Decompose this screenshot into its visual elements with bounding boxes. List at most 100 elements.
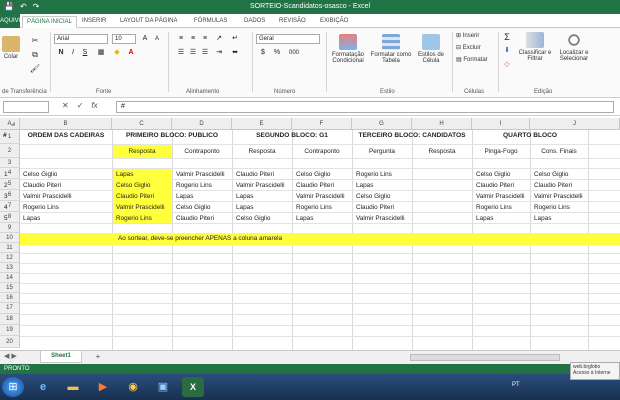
chrome-icon[interactable]: ◉ xyxy=(122,377,144,397)
data-cell[interactable]: Valmir Prascidelli xyxy=(476,193,530,200)
tab-insert[interactable]: INSERIR xyxy=(78,16,110,28)
internet-explorer-icon[interactable]: e xyxy=(32,377,54,397)
data-cell[interactable]: Rogerio Lins xyxy=(356,171,412,178)
sub-header[interactable]: Resposta xyxy=(112,148,172,155)
wrap-text-icon[interactable]: ↵ xyxy=(230,34,240,44)
add-sheet-button[interactable]: + xyxy=(92,352,104,363)
start-button-icon[interactable]: ⊞ xyxy=(2,377,24,397)
data-cell[interactable]: Celso Giglio xyxy=(116,182,172,189)
number-format-select[interactable]: Geral xyxy=(256,34,320,44)
row-header[interactable]: 5 xyxy=(0,179,20,190)
seat-name[interactable]: Rogerio Lins xyxy=(23,204,59,211)
seat-name[interactable]: Celso Giglio xyxy=(23,171,57,178)
row-header[interactable]: 8 xyxy=(0,212,20,223)
data-cell[interactable]: Valmir Prascidelli xyxy=(236,182,292,189)
column-header-c[interactable]: C xyxy=(112,118,172,130)
excel-taskbar-icon[interactable]: X xyxy=(182,377,204,397)
data-cell[interactable]: Claudio Piteri xyxy=(296,182,352,189)
sub-header[interactable]: Resposta xyxy=(232,148,292,155)
row-header[interactable]: 10 xyxy=(0,233,20,243)
tray-notification[interactable]: web.brglobo Acesso à Interne xyxy=(570,362,620,380)
merge-center-icon[interactable]: ⬌ xyxy=(230,48,240,58)
cancel-icon[interactable]: ✕ xyxy=(62,101,69,113)
shrink-font-icon[interactable]: A xyxy=(152,34,162,44)
data-cell[interactable]: Valmir Prascidelli xyxy=(356,215,412,222)
data-cell[interactable]: Lapas xyxy=(116,171,172,178)
sub-header[interactable]: Resposta xyxy=(412,148,472,155)
row-header[interactable]: 14 xyxy=(0,273,20,283)
data-cell[interactable]: Claudio Piteri xyxy=(116,193,172,200)
data-cell[interactable]: Rogerio Lins xyxy=(116,215,172,222)
data-cell[interactable]: Lapas xyxy=(296,215,352,222)
currency-button[interactable]: $ xyxy=(258,48,268,58)
tab-review[interactable]: REVISÃO xyxy=(275,16,310,28)
block3-header[interactable]: TERCEIRO BLOCO: CANDIDATOS xyxy=(352,132,472,139)
copy-icon[interactable]: ⧉ xyxy=(28,50,42,60)
column-header-i[interactable]: I xyxy=(472,118,530,130)
data-cell[interactable]: Rogerio Lins xyxy=(534,204,588,211)
data-cell[interactable]: Claudio Piteri xyxy=(236,171,292,178)
formula-input[interactable]: # xyxy=(116,101,614,113)
seat-number[interactable]: 1 xyxy=(4,171,8,178)
data-cell[interactable]: Lapas xyxy=(236,204,292,211)
borders-icon[interactable]: ▦ xyxy=(96,48,106,58)
data-cell[interactable]: Claudio Piteri xyxy=(356,204,412,211)
find-select-button[interactable]: Localizar e Selecionar xyxy=(554,32,594,62)
block2-header[interactable]: SEGUNDO BLOCO: G1 xyxy=(232,132,352,139)
row-header[interactable]: 16 xyxy=(0,293,20,303)
media-player-icon[interactable]: ▶ xyxy=(92,377,114,397)
block4-header[interactable]: QUARTO BLOCO xyxy=(472,132,588,139)
column-header-h[interactable]: H xyxy=(412,118,472,130)
paste-button[interactable]: Colar xyxy=(0,36,22,60)
file-explorer-icon[interactable]: ▬ xyxy=(62,377,84,397)
font-size-select[interactable]: 10 xyxy=(112,34,136,44)
percent-button[interactable]: % xyxy=(272,48,282,58)
data-cell[interactable]: Valmir Prascidelli xyxy=(534,193,588,200)
tab-data[interactable]: DADOS xyxy=(240,16,269,28)
row-header[interactable]: 18 xyxy=(0,314,20,325)
seat-number[interactable]: 2 xyxy=(4,182,8,189)
fx-button[interactable]: fx xyxy=(91,101,97,113)
data-cell[interactable]: Valmir Prascidelli xyxy=(116,204,172,211)
seat-number[interactable]: 3 xyxy=(4,193,8,200)
data-cell[interactable]: Lapas xyxy=(476,215,530,222)
delete-cells-button[interactable]: ⊟ Excluir xyxy=(456,44,496,51)
italic-button[interactable]: I xyxy=(68,48,78,58)
align-left-icon[interactable]: ☰ xyxy=(176,48,186,58)
note-band[interactable] xyxy=(20,233,620,245)
grow-font-icon[interactable]: A xyxy=(140,34,150,44)
seat-name[interactable]: Lapas xyxy=(23,215,40,222)
row-header[interactable]: 12 xyxy=(0,253,20,263)
enter-icon[interactable]: ✓ xyxy=(77,101,84,113)
cut-icon[interactable]: ✂ xyxy=(28,36,42,45)
format-cells-button[interactable]: ▤ Formatar xyxy=(456,56,496,63)
seat-name[interactable]: Valmir Prascidelli xyxy=(23,193,72,200)
tab-page-layout[interactable]: LAYOUT DA PÁGINA xyxy=(116,16,181,28)
data-cell[interactable]: Celso Giglio xyxy=(296,171,352,178)
row-header[interactable]: 20 xyxy=(0,336,20,348)
data-cell[interactable]: Celso Giglio xyxy=(236,215,292,222)
data-cell[interactable]: Claudio Piteri xyxy=(176,215,232,222)
column-header-e[interactable]: E xyxy=(232,118,292,130)
tab-home[interactable]: PÁGINA INICIAL xyxy=(22,16,78,28)
data-cell[interactable]: Rogerio Lins xyxy=(176,182,232,189)
font-name-select[interactable]: Arial xyxy=(54,34,108,44)
row-header[interactable]: 9 xyxy=(0,223,20,233)
column-header-b[interactable]: B xyxy=(20,118,112,130)
data-cell[interactable]: Celso Giglio xyxy=(476,171,530,178)
row-header[interactable]: 2 xyxy=(0,144,20,158)
spreadsheet-grid[interactable]: A B C D E F G H I J 1 2 3 4 5 6 7 8 9 10… xyxy=(0,118,620,350)
row-header[interactable]: 7 xyxy=(0,201,20,212)
sheet-tab-sheet1[interactable]: Sheet1 xyxy=(40,351,82,363)
data-cell[interactable]: Celso Giglio xyxy=(176,204,232,211)
data-cell[interactable]: Valmir Prascidelli xyxy=(176,171,232,178)
column-header-d[interactable]: D xyxy=(172,118,232,130)
indent-icon[interactable]: ⇥ xyxy=(214,48,224,58)
sub-header[interactable]: Pergunta xyxy=(352,148,412,155)
column-header-f[interactable]: F xyxy=(292,118,352,130)
align-middle-icon[interactable]: ≡ xyxy=(188,34,198,44)
tab-formulas[interactable]: FÓRMULAS xyxy=(190,16,231,28)
autosum-icon[interactable]: Σ xyxy=(502,32,512,42)
hash-header[interactable]: # xyxy=(3,132,19,139)
name-box[interactable] xyxy=(3,101,49,113)
